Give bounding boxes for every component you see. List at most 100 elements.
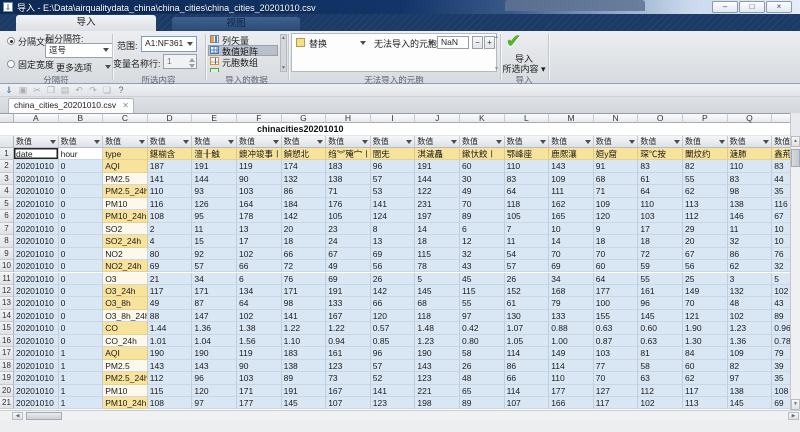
column-header-J[interactable]: J: [415, 113, 460, 123]
grid-cell-L9[interactable]: 54: [505, 248, 550, 260]
grid-cell-J18[interactable]: 143: [415, 360, 460, 372]
grid-cell-C15[interactable]: CO: [103, 322, 148, 334]
grid-cell-B7[interactable]: 0: [59, 223, 104, 235]
grid-cell-D9[interactable]: 80: [148, 248, 193, 260]
column-type-dropdown-N[interactable]: 数值: [594, 136, 639, 148]
grid-cell-F4[interactable]: 103: [237, 185, 282, 197]
row-number[interactable]: 5: [0, 198, 14, 210]
grid-cell-P10[interactable]: 56: [683, 260, 728, 272]
grid-cell-K16[interactable]: 0.80: [460, 335, 505, 347]
maximize-button[interactable]: □: [739, 1, 765, 13]
grid-cell-C3[interactable]: PM2.5: [103, 173, 148, 185]
row-number[interactable]: 21: [0, 397, 14, 409]
grid-cell-K14[interactable]: 97: [460, 310, 505, 322]
column-type-dropdown-K[interactable]: 数值: [460, 136, 505, 148]
grid-cell-A1[interactable]: date: [14, 148, 59, 160]
grid-cell-B19[interactable]: 1: [59, 372, 104, 384]
grid-cell-A2[interactable]: 20201010: [14, 160, 59, 172]
grid-cell-I9[interactable]: 69: [371, 248, 416, 260]
replace-checkbox[interactable]: [296, 38, 305, 47]
horizontal-scrollbar-thumb[interactable]: [26, 412, 62, 420]
grid-cell-Q14[interactable]: 102: [728, 310, 773, 322]
grid-cell-B8[interactable]: 0: [59, 235, 104, 247]
grid-cell-L18[interactable]: 86: [505, 360, 550, 372]
grid-cell-C10[interactable]: NO2_24h: [103, 260, 148, 272]
grid-cell-Q16[interactable]: 1.36: [728, 335, 773, 347]
grid-cell-D6[interactable]: 108: [148, 210, 193, 222]
grid-cell-H20[interactable]: 167: [326, 385, 371, 397]
grid-cell-F8[interactable]: 17: [237, 235, 282, 247]
row-number[interactable]: 1: [0, 148, 14, 160]
grid-cell-E7[interactable]: 11: [192, 223, 237, 235]
grid-cell-L2[interactable]: 110: [505, 160, 550, 172]
column-header-B[interactable]: B: [59, 113, 104, 123]
undo-icon[interactable]: ↶: [73, 85, 85, 96]
grid-cell-M10[interactable]: 69: [549, 260, 594, 272]
grid-cell-P5[interactable]: 113: [683, 198, 728, 210]
column-header-H[interactable]: H: [326, 113, 371, 123]
grid-cell-P11[interactable]: 25: [683, 273, 728, 285]
row-number[interactable]: 4: [0, 185, 14, 197]
grid-cell-M14[interactable]: 133: [549, 310, 594, 322]
grid-cell-M20[interactable]: 177: [549, 385, 594, 397]
grid-cell-H11[interactable]: 69: [326, 273, 371, 285]
grid-cell-E2[interactable]: 191: [192, 160, 237, 172]
grid-cell-Q2[interactable]: 110: [728, 160, 773, 172]
grid-cell-N13[interactable]: 100: [594, 297, 639, 309]
grid-cell-F9[interactable]: 102: [237, 248, 282, 260]
import-file-icon[interactable]: ⇓: [3, 85, 15, 96]
grid-cell-M16[interactable]: 1.00: [549, 335, 594, 347]
grid-cell-R10[interactable]: 32: [772, 260, 790, 272]
grid-cell-H7[interactable]: 23: [326, 223, 371, 235]
grid-cell-F10[interactable]: 66: [237, 260, 282, 272]
grid-cell-F20[interactable]: 171: [237, 385, 282, 397]
grid-cell-R12[interactable]: 102: [772, 285, 790, 297]
grid-cell-D12[interactable]: 117: [148, 285, 193, 297]
grid-cell-B21[interactable]: 1: [59, 397, 104, 409]
grid-cell-F6[interactable]: 178: [237, 210, 282, 222]
grid-cell-I18[interactable]: 57: [371, 360, 416, 372]
grid-cell-D2[interactable]: 187: [148, 160, 193, 172]
grid-cell-O12[interactable]: 161: [638, 285, 683, 297]
grid-cell-C4[interactable]: PM2.5_24h: [103, 185, 148, 197]
grid-cell-P13[interactable]: 70: [683, 297, 728, 309]
grid-cell-D19[interactable]: 112: [148, 372, 193, 384]
grid-cell-K7[interactable]: 6: [460, 223, 505, 235]
close-tab-icon[interactable]: ✕: [122, 99, 129, 112]
grid-cell-K10[interactable]: 43: [460, 260, 505, 272]
grid-cell-K19[interactable]: 48: [460, 372, 505, 384]
grid-cell-P1[interactable]: 闈炆约: [683, 148, 728, 160]
grid-cell-E18[interactable]: 143: [192, 360, 237, 372]
grid-cell-R7[interactable]: 10: [772, 223, 790, 235]
grid-cell-K11[interactable]: 45: [460, 273, 505, 285]
grid-cell-A5[interactable]: 20201010: [14, 198, 59, 210]
grid-cell-D13[interactable]: 49: [148, 297, 193, 309]
grid-cell-L19[interactable]: 66: [505, 372, 550, 384]
grid-cell-J19[interactable]: 123: [415, 372, 460, 384]
grid-cell-A13[interactable]: 20201010: [14, 297, 59, 309]
grid-cell-G11[interactable]: 76: [282, 273, 327, 285]
grid-cell-G21[interactable]: 145: [282, 397, 327, 409]
row-number[interactable]: 6: [0, 210, 14, 222]
grid-cell-B15[interactable]: 0: [59, 322, 104, 334]
grid-cell-H21[interactable]: 107: [326, 397, 371, 409]
grid-cell-C12[interactable]: O3_24h: [103, 285, 148, 297]
grid-cell-Q10[interactable]: 62: [728, 260, 773, 272]
grid-cell-O4[interactable]: 64: [638, 185, 683, 197]
grid-cell-P8[interactable]: 20: [683, 235, 728, 247]
grid-cell-I6[interactable]: 124: [371, 210, 416, 222]
grid-cell-P16[interactable]: 1.30: [683, 335, 728, 347]
column-type-dropdown-B[interactable]: 数值: [59, 136, 104, 148]
output-type-2[interactable]: 元胞数组: [208, 56, 278, 67]
column-type-dropdown-G[interactable]: 数值: [282, 136, 327, 148]
grid-cell-N2[interactable]: 91: [594, 160, 639, 172]
grid-cell-N14[interactable]: 155: [594, 310, 639, 322]
grid-cell-O17[interactable]: 81: [638, 347, 683, 359]
save-icon[interactable]: ▣: [17, 85, 29, 96]
grid-cell-C7[interactable]: SO2: [103, 223, 148, 235]
grid-cell-M2[interactable]: 143: [549, 160, 594, 172]
grid-cell-B6[interactable]: 0: [59, 210, 104, 222]
grid-cell-K15[interactable]: 0.42: [460, 322, 505, 334]
more-options-button[interactable]: 更多选项: [56, 61, 92, 74]
grid-cell-K2[interactable]: 60: [460, 160, 505, 172]
